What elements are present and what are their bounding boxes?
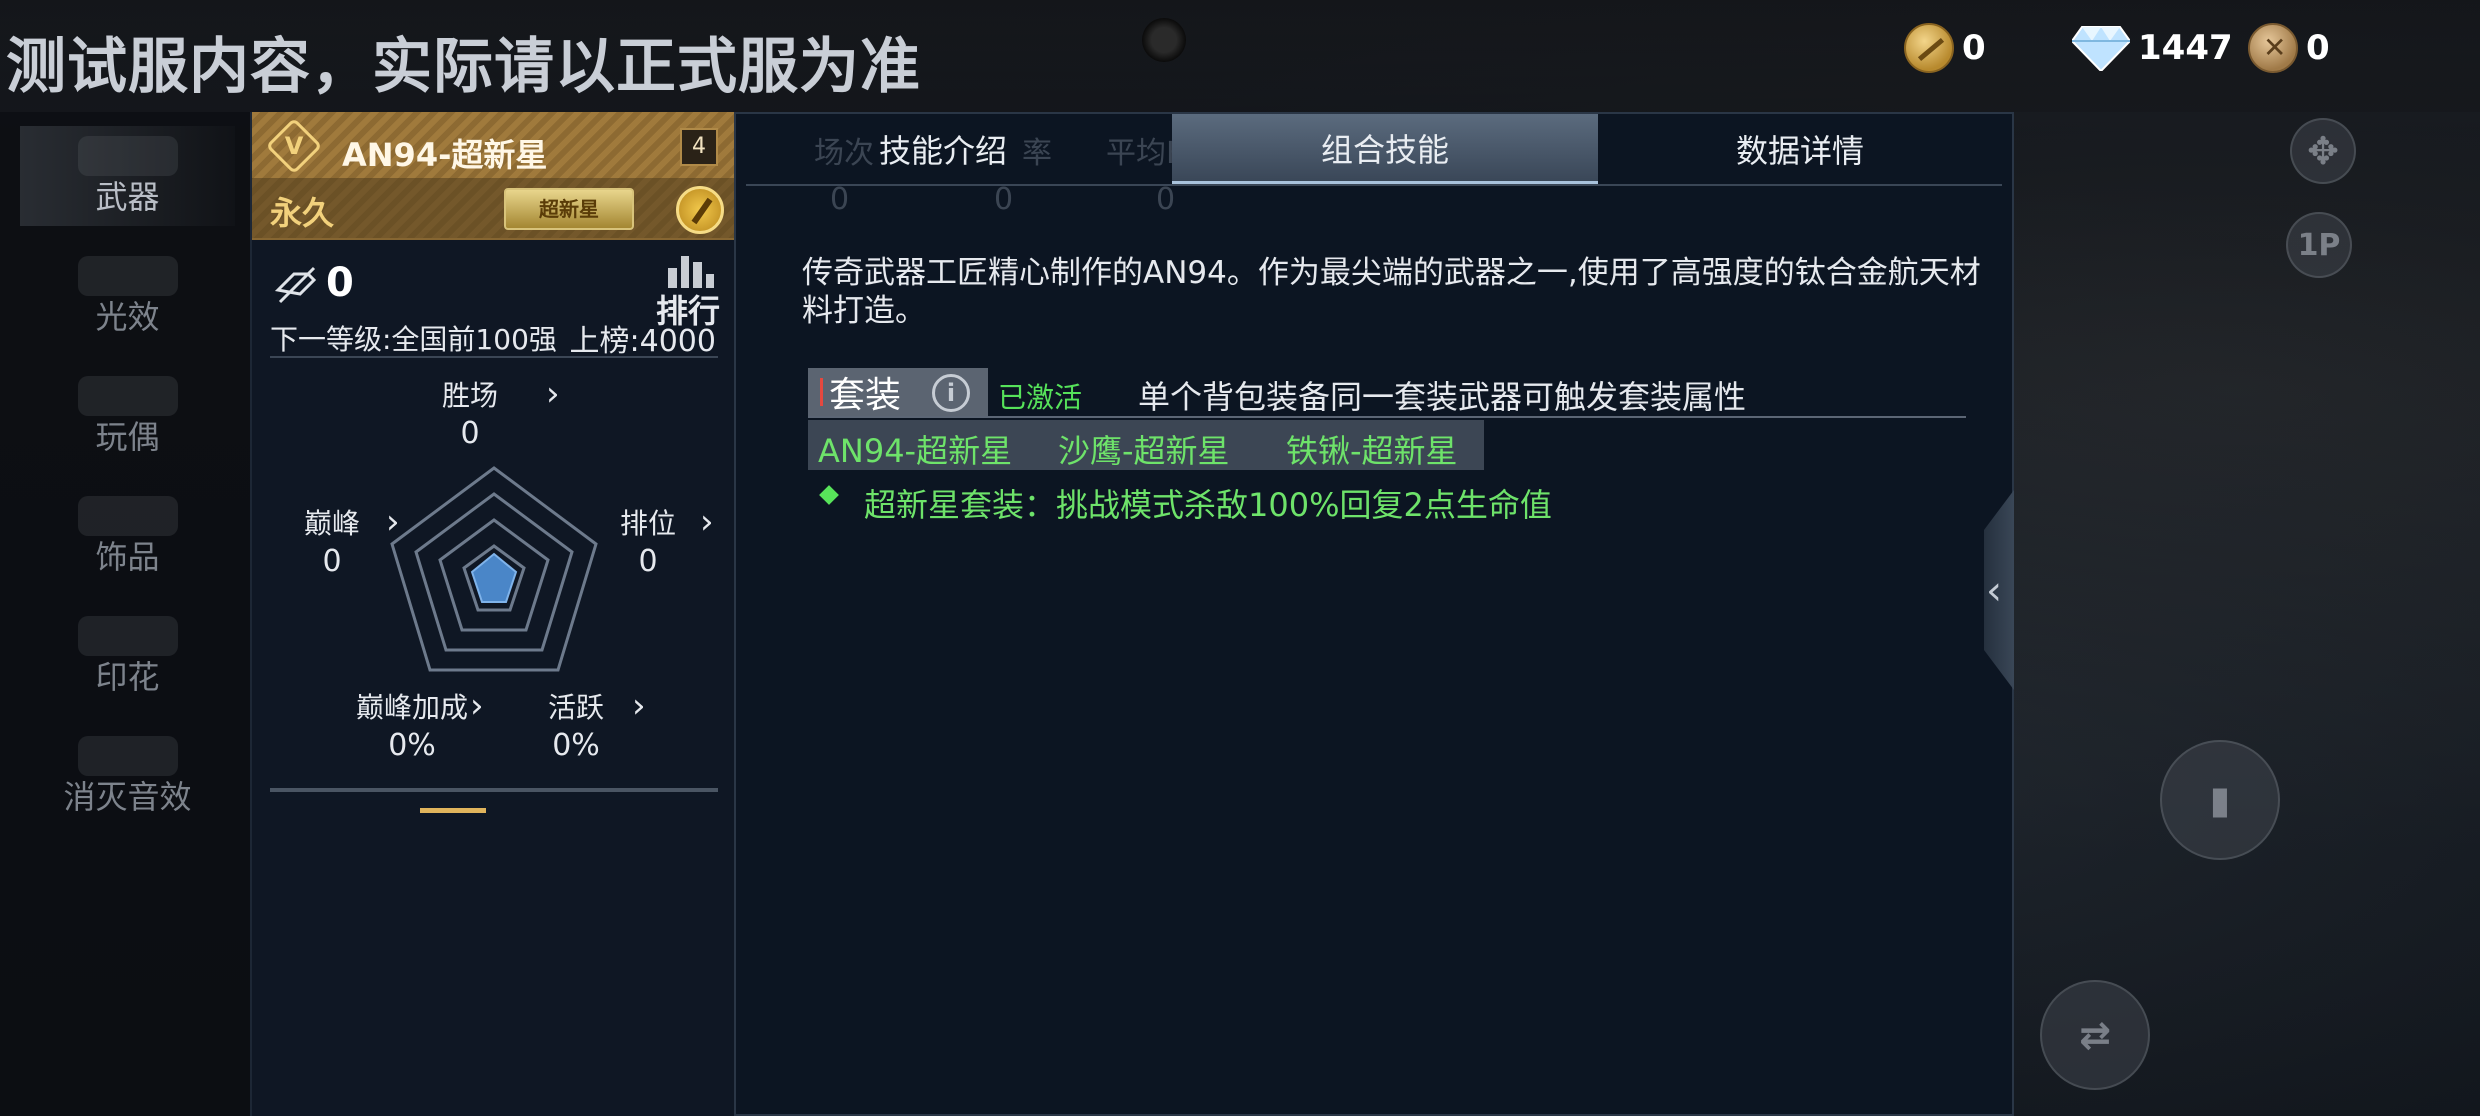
gold-amount: 0 <box>1962 28 1986 68</box>
accessory-icon <box>77 496 178 536</box>
ranking-icon[interactable] <box>668 254 714 288</box>
set-item: AN94-超新星 <box>818 432 1013 470</box>
tab-bar: 场次 率 平均KDA 技能介绍 组合技能 数据详情 <box>746 114 2002 186</box>
ghost-value: 0 <box>830 182 850 217</box>
set-item: 沙鹰-超新星 <box>1058 432 1230 470</box>
kill-count-icon <box>274 266 317 304</box>
stats-radar-chart <box>390 466 598 672</box>
set-status: 已激活 <box>998 381 1083 414</box>
tab-data-details[interactable]: 数据详情 <box>1598 114 2002 184</box>
set-items-list: AN94-超新星 沙鹰-超新星 铁锹-超新星 <box>808 420 1484 470</box>
ghost-value: 0 <box>1156 182 1176 217</box>
gamepad-icon[interactable]: ✥ <box>2290 118 2356 184</box>
sidebar-item-light-effect[interactable]: 光效 <box>20 246 235 346</box>
medal-currency[interactable]: 0 <box>2248 18 2330 78</box>
bullet-diamond-icon <box>819 485 839 505</box>
sidebar-item-doll[interactable]: 玩偶 <box>20 366 235 466</box>
top-bar: 测试服内容，实际请以正式服为准 0 1447 0 <box>0 0 2480 112</box>
light-effect-icon <box>77 256 178 296</box>
test-server-banner: 测试服内容，实际请以正式服为准 <box>6 32 921 102</box>
weapon-card-header: V AN94-超新星 4 永久 超新星 <box>252 112 736 240</box>
decal-icon <box>77 616 178 656</box>
tab-skill-intro[interactable]: 技能介绍 <box>812 114 1074 184</box>
set-effect: 超新星套装：挑战模式杀敌100%回复2点生命值 <box>864 486 1552 524</box>
weapon-level: 4 <box>680 128 718 166</box>
weapon-duration: 永久 <box>270 194 335 232</box>
weapon-card: V AN94-超新星 4 永久 超新星 0 排行 下一等级:全国前100强 上榜… <box>250 112 736 1116</box>
gold-currency[interactable]: 0 <box>1904 18 1986 78</box>
record-indicator-icon <box>1142 18 1186 62</box>
chevron-right-icon: › <box>470 686 484 726</box>
doll-icon <box>77 376 178 416</box>
kill-count: 0 <box>326 260 354 306</box>
chevron-right-icon: › <box>546 374 560 414</box>
upboard-text: 上榜:4000 <box>569 324 716 359</box>
ghost-value: 0 <box>994 182 1014 217</box>
stat-active[interactable]: 活跃 0% <box>548 686 604 763</box>
stat-wins[interactable]: 胜场 0 <box>442 374 498 451</box>
chevron-right-icon: › <box>632 686 646 726</box>
next-level-text: 下一等级:全国前100强 <box>270 323 557 356</box>
sidebar-item-decal[interactable]: 印花 <box>20 606 235 706</box>
vip-badge-icon: V <box>265 117 323 175</box>
set-item: 铁锹-超新星 <box>1286 432 1458 470</box>
weapon-icon <box>77 136 178 176</box>
swap-icon[interactable]: ⇄ <box>2040 980 2150 1090</box>
diamond-currency[interactable]: 1447 <box>2070 18 2233 78</box>
weapon-detail-button[interactable] <box>676 186 724 234</box>
view-toggle-button[interactable]: 1P <box>2286 212 2352 278</box>
sidebar-item-weapon[interactable]: 武器 <box>20 126 235 226</box>
divider <box>270 788 718 792</box>
sidebar-item-kill-sound[interactable]: 消灭音效 <box>20 726 235 826</box>
category-sidebar: 武器 光效 玩偶 饰品 印花 消灭音效 <box>0 112 250 1116</box>
divider <box>270 356 718 358</box>
diamond-icon <box>2070 25 2132 73</box>
stat-peak[interactable]: 巅峰 0 <box>304 502 360 579</box>
set-tip: 单个背包装备同一套装武器可触发套装属性 <box>1138 378 1747 416</box>
tab-combo-skill[interactable]: 组合技能 <box>1172 114 1598 184</box>
diamond-amount: 1447 <box>2138 28 2233 68</box>
bullet-icon[interactable]: ▮ <box>2160 740 2280 860</box>
page-indicator <box>420 808 486 813</box>
info-icon[interactable]: i <box>932 374 970 412</box>
skill-panel: 场次 率 平均KDA 技能介绍 组合技能 数据详情 0 0 0 传奇武器工匠精心… <box>734 112 2014 1116</box>
medal-coin-icon <box>2248 23 2298 73</box>
weapon-description: 传奇武器工匠精心制作的AN94。作为最尖端的武器之一,使用了高强度的钛合金航天材… <box>802 255 1981 329</box>
stat-ranked[interactable]: 排位 0 <box>620 502 676 579</box>
weapon-name: AN94-超新星 <box>342 136 548 174</box>
sidebar-item-accessory[interactable]: 饰品 <box>20 486 235 586</box>
gold-coin-icon <box>1904 23 1954 73</box>
supernova-tag: 超新星 <box>504 188 634 230</box>
stat-peak-bonus[interactable]: 巅峰加成 0% <box>356 686 468 763</box>
set-header: 套装 i 已激活 单个背包装备同一套装武器可触发套装属性 <box>808 368 1966 418</box>
active-marker <box>820 378 823 406</box>
medal-amount: 0 <box>2306 28 2330 68</box>
chevron-right-icon: › <box>700 502 714 542</box>
chevron-left-icon: ‹ <box>1986 568 2002 614</box>
kill-sound-icon <box>77 736 178 776</box>
